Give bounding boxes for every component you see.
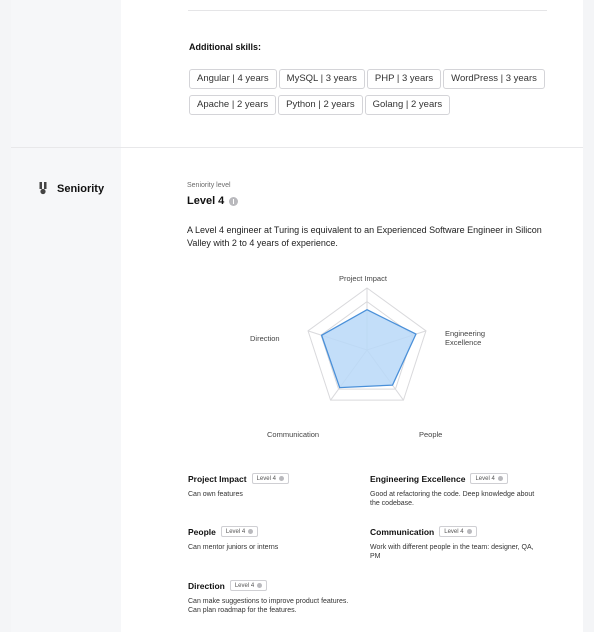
level-badge[interactable]: Level 4	[220, 526, 259, 537]
info-icon	[278, 476, 284, 481]
dimension-description: Work with different people in the team: …	[370, 544, 534, 560]
dimension-title: Direction	[188, 580, 225, 591]
info-icon	[257, 583, 263, 588]
dimension-direction: Direction Level 4 Can make suggestions t…	[188, 580, 363, 615]
dimension-communication: Communication Level 4 Work with differen…	[370, 526, 545, 561]
dimension-description: Can own features	[188, 491, 243, 498]
dimension-title: Engineering Excellence	[370, 473, 466, 484]
level-badge[interactable]: Level 4	[439, 526, 477, 537]
dimension-project-impact: Project Impact Level 4 Can own features	[188, 473, 363, 499]
radar-label-communication: Communication	[267, 430, 320, 439]
radar-label-project-impact: Project Impact	[339, 274, 387, 283]
radar-label-engineering-excellence: Engineering Excellence	[445, 329, 485, 347]
dimension-description: Good at refactoring the code. Deep knowl…	[370, 491, 535, 507]
level-badge[interactable]: Level 4	[229, 580, 268, 591]
radar-label-direction: Direction	[250, 334, 280, 343]
radar-level-shape	[320, 308, 417, 389]
radar-label-engineering-line1: Engineering	[445, 329, 486, 338]
level-badge[interactable]: Level 4	[470, 473, 508, 484]
level-badge[interactable]: Level 4	[251, 473, 289, 484]
dimension-engineering-excellence: Engineering Excellence Level 4 Good at r…	[370, 473, 545, 508]
dimension-description: Can make suggestions to improve product …	[188, 598, 349, 614]
info-icon	[248, 529, 254, 534]
info-icon	[466, 529, 472, 534]
dimension-title: People	[188, 526, 216, 537]
dimension-people: People Level 4 Can mentor juniors or int…	[188, 526, 363, 552]
radar-label-engineering-line2: Excellence	[445, 338, 482, 347]
profile-card: Additional skills: Angular | 4 years MySQ…	[11, 0, 583, 632]
dimension-title: Project Impact	[188, 473, 247, 484]
dimension-description: Can mentor juniors or interns	[188, 544, 279, 551]
info-icon	[497, 476, 503, 481]
dimension-title: Communication	[370, 526, 435, 537]
radar-label-people: People	[419, 430, 443, 439]
